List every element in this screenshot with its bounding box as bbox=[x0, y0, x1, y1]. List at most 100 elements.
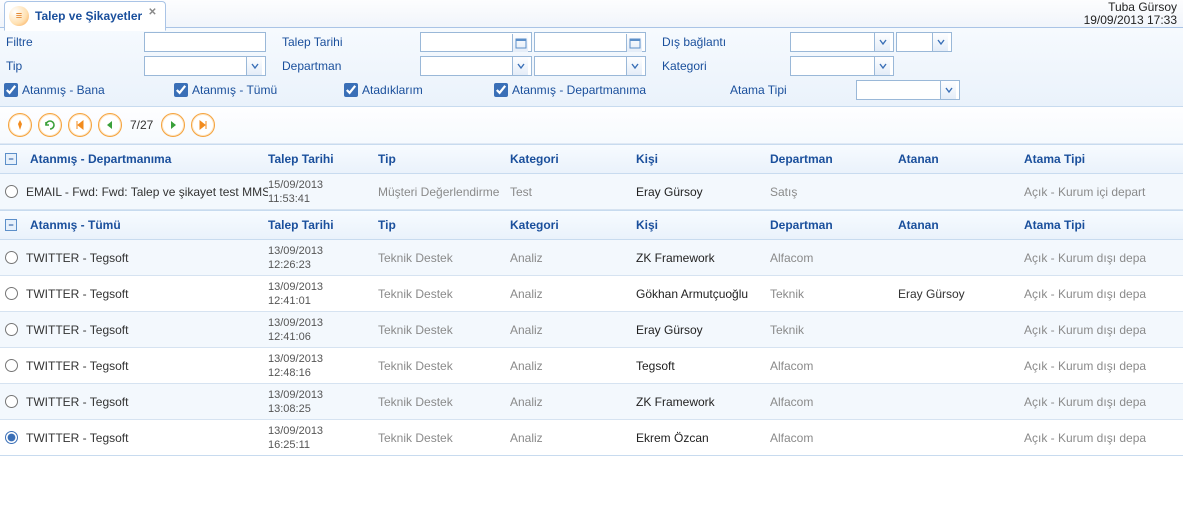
filter-label-tip: Tip bbox=[4, 59, 142, 73]
checkbox-label: Atanmış - Departmanıma bbox=[512, 83, 646, 97]
row-radio[interactable] bbox=[5, 431, 18, 444]
cell-tip: Teknik Destek bbox=[378, 431, 510, 445]
cell-name: TWITTER - Tegsoft bbox=[22, 395, 268, 409]
refresh-button[interactable] bbox=[38, 113, 62, 137]
filter-label-atama-tipi: Atama Tipi bbox=[728, 83, 856, 97]
cb-atanmis-tumu[interactable]: Atanmış - Tümü bbox=[174, 83, 344, 97]
combo-departman-2[interactable] bbox=[534, 56, 646, 76]
filter-label-departman: Departman bbox=[280, 59, 418, 73]
last-page-button[interactable] bbox=[191, 113, 215, 137]
col-header[interactable]: Atanan bbox=[898, 218, 1024, 232]
filter-label-kategori: Kategori bbox=[660, 59, 788, 73]
cell-kategori: Analiz bbox=[510, 431, 636, 445]
filter-label-talep-tarihi: Talep Tarihi bbox=[280, 35, 418, 49]
col-header[interactable]: Atanan bbox=[898, 152, 1024, 166]
cell-atama-tipi: Açık - Kurum dışı depa bbox=[1024, 323, 1183, 337]
cell-kisi: Tegsoft bbox=[636, 359, 770, 373]
col-header[interactable]: Departman bbox=[770, 218, 898, 232]
cell-atanan: Eray Gürsoy bbox=[898, 287, 1024, 301]
table-row[interactable]: TWITTER - Tegsoft 13/09/201312:41:01 Tek… bbox=[0, 276, 1183, 312]
row-radio[interactable] bbox=[5, 359, 18, 372]
group-toggle[interactable]: − bbox=[0, 219, 22, 231]
table-row[interactable]: TWITTER - Tegsoft 13/09/201312:41:06 Tek… bbox=[0, 312, 1183, 348]
table-row[interactable]: TWITTER - Tegsoft 13/09/201316:25:11 Tek… bbox=[0, 420, 1183, 456]
cell-departman: Teknik bbox=[770, 323, 898, 337]
cell-kategori: Analiz bbox=[510, 251, 636, 265]
table-row[interactable]: TWITTER - Tegsoft 13/09/201313:08:25 Tek… bbox=[0, 384, 1183, 420]
cell-departman: Alfacom bbox=[770, 251, 898, 265]
tab-title: Talep ve Şikayetler bbox=[35, 9, 142, 23]
cell-date: 13/09/201312:41:06 bbox=[268, 316, 378, 344]
checkbox[interactable] bbox=[4, 83, 18, 97]
row-radio[interactable] bbox=[5, 287, 18, 300]
first-page-button[interactable] bbox=[68, 113, 92, 137]
cb-atanmis-bana[interactable]: Atanmış - Bana bbox=[4, 83, 174, 97]
header-datetime: 19/09/2013 17:33 bbox=[1084, 14, 1177, 27]
combo-dis-baglanti-1[interactable] bbox=[790, 32, 894, 52]
tab-talep-sikayetler[interactable]: ≡ Talep ve Şikayetler ✕ bbox=[4, 1, 166, 31]
next-page-button[interactable] bbox=[161, 113, 185, 137]
table-row[interactable]: TWITTER - Tegsoft 13/09/201312:48:16 Tek… bbox=[0, 348, 1183, 384]
grid-group-header: − Atanmış - Tümü Talep Tarihi Tip Katego… bbox=[0, 210, 1183, 240]
checkbox-label: Atanmış - Bana bbox=[22, 83, 105, 97]
cell-date: 13/09/201312:26:23 bbox=[268, 244, 378, 272]
col-header[interactable]: Kişi bbox=[636, 218, 770, 232]
cell-departman: Alfacom bbox=[770, 395, 898, 409]
filter-panel: Filtre Talep Tarihi Dış bağlantı Tip bbox=[0, 28, 1183, 107]
prev-page-button[interactable] bbox=[98, 113, 122, 137]
cell-tip: Teknik Destek bbox=[378, 323, 510, 337]
cell-tip: Teknik Destek bbox=[378, 287, 510, 301]
row-radio[interactable] bbox=[5, 185, 18, 198]
checkbox[interactable] bbox=[494, 83, 508, 97]
col-header[interactable]: Tip bbox=[378, 152, 510, 166]
calendar-icon bbox=[512, 34, 528, 52]
cb-atanmis-dept[interactable]: Atanmış - Departmanıma bbox=[494, 83, 728, 97]
grid-group-header: − Atanmış - Departmanıma Talep Tarihi Ti… bbox=[0, 144, 1183, 174]
checkbox[interactable] bbox=[344, 83, 358, 97]
col-header[interactable]: Kategori bbox=[510, 152, 636, 166]
table-row[interactable]: TWITTER - Tegsoft 13/09/201312:26:23 Tek… bbox=[0, 240, 1183, 276]
close-icon[interactable]: ✕ bbox=[148, 7, 156, 18]
cell-kategori: Analiz bbox=[510, 287, 636, 301]
combo-departman-1[interactable] bbox=[420, 56, 532, 76]
pin-button[interactable] bbox=[8, 113, 32, 137]
col-header[interactable]: Kategori bbox=[510, 218, 636, 232]
date-to[interactable] bbox=[534, 32, 646, 52]
table-row[interactable]: EMAIL - Fwd: Fwd: Talep ve şikayet test … bbox=[0, 174, 1183, 210]
combo-kategori[interactable] bbox=[790, 56, 894, 76]
date-from[interactable] bbox=[420, 32, 532, 52]
col-header[interactable]: Atama Tipi bbox=[1024, 152, 1183, 166]
col-header[interactable]: Tip bbox=[378, 218, 510, 232]
col-header[interactable]: Talep Tarihi bbox=[268, 152, 378, 166]
cell-kisi: Ekrem Özcan bbox=[636, 431, 770, 445]
combo-tip[interactable] bbox=[144, 56, 266, 76]
checkbox-label: Atadıklarım bbox=[362, 83, 423, 97]
cell-tip: Müşteri Değerlendirme bbox=[378, 185, 510, 199]
cell-date: 13/09/201312:48:16 bbox=[268, 352, 378, 380]
row-radio[interactable] bbox=[5, 251, 18, 264]
cell-kategori: Analiz bbox=[510, 395, 636, 409]
filter-input-filtre[interactable] bbox=[144, 32, 266, 52]
col-header[interactable]: Talep Tarihi bbox=[268, 218, 378, 232]
cell-name: EMAIL - Fwd: Fwd: Talep ve şikayet test … bbox=[22, 185, 268, 199]
checkbox[interactable] bbox=[174, 83, 188, 97]
group-title: Atanmış - Tümü bbox=[22, 218, 268, 232]
combo-dis-baglanti-2[interactable] bbox=[896, 32, 952, 52]
cb-atadiklarim[interactable]: Atadıklarım bbox=[344, 83, 494, 97]
checkbox-label: Atanmış - Tümü bbox=[192, 83, 277, 97]
row-radio[interactable] bbox=[5, 395, 18, 408]
chevron-down-icon bbox=[874, 57, 890, 75]
cell-tip: Teknik Destek bbox=[378, 359, 510, 373]
combo-atama-tipi[interactable] bbox=[856, 80, 960, 100]
col-header[interactable]: Kişi bbox=[636, 152, 770, 166]
chevron-down-icon bbox=[246, 57, 262, 75]
row-radio[interactable] bbox=[5, 323, 18, 336]
cell-kategori: Analiz bbox=[510, 359, 636, 373]
cell-kisi: Eray Gürsoy bbox=[636, 185, 770, 199]
group-toggle[interactable]: − bbox=[0, 153, 22, 165]
col-header[interactable]: Atama Tipi bbox=[1024, 218, 1183, 232]
cell-date: 13/09/201313:08:25 bbox=[268, 388, 378, 416]
pager-toolbar: 7/27 bbox=[0, 107, 1183, 144]
col-header[interactable]: Departman bbox=[770, 152, 898, 166]
cell-atama-tipi: Açık - Kurum içi depart bbox=[1024, 185, 1183, 199]
